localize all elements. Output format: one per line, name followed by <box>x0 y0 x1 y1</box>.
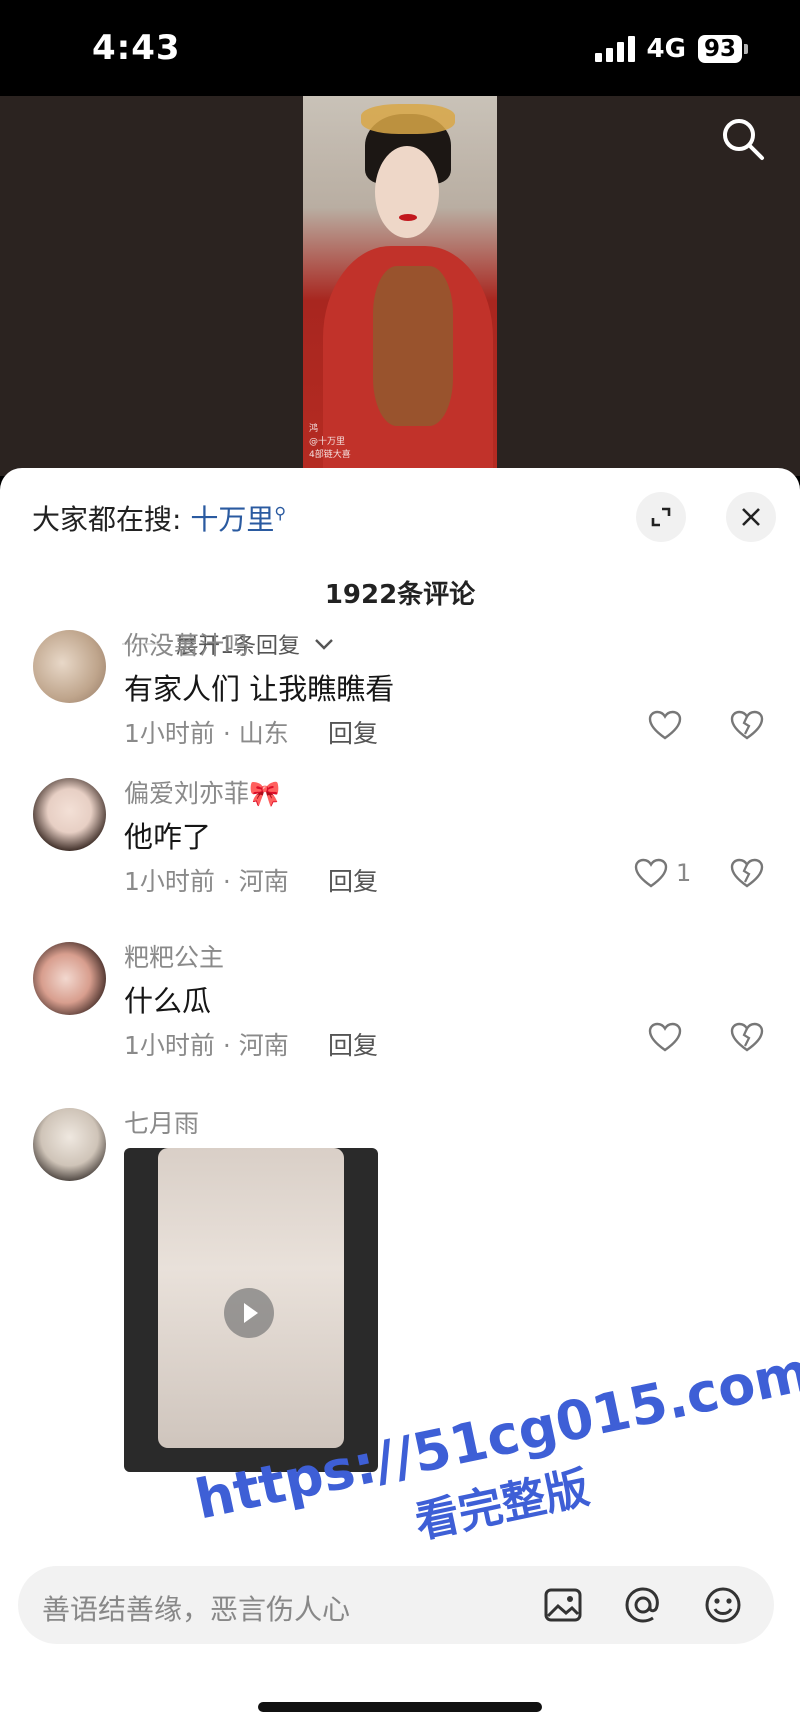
video-player[interactable]: 鸿 @十万里 4部链大喜 <box>0 96 800 476</box>
close-icon <box>742 508 760 526</box>
like-button[interactable] <box>648 1022 690 1052</box>
broken-heart-icon[interactable] <box>730 858 764 888</box>
chevron-down-icon <box>315 639 333 650</box>
comment-meta: 1小时前 · 山东 <box>124 719 289 748</box>
status-bar: 4:43 4G 93 <box>0 0 800 96</box>
search-icon[interactable] <box>718 114 768 164</box>
comment-text: 有家人们 让我瞧瞧看 <box>124 672 395 706</box>
emoji-icon[interactable] <box>702 1584 744 1626</box>
video-thumbnail[interactable]: 鸿 @十万里 4部链大喜 <box>303 96 497 468</box>
comment-video-attachment[interactable] <box>124 1148 378 1472</box>
close-button[interactable] <box>726 492 776 542</box>
reply-button[interactable]: 回复 <box>328 714 378 750</box>
status-time: 4:43 <box>92 28 181 68</box>
comment-username[interactable]: 偏爱刘亦菲🎀 <box>124 774 280 810</box>
comment-text: 他咋了 <box>124 820 212 854</box>
like-button[interactable]: 1 <box>634 858 691 888</box>
like-count: 1 <box>676 859 692 887</box>
heart-icon <box>648 710 682 740</box>
expand-button[interactable] <box>636 492 686 542</box>
home-indicator <box>258 1702 542 1712</box>
video-caption: 鸿 @十万里 4部链大喜 <box>309 424 351 460</box>
reply-button[interactable]: 回复 <box>328 1026 378 1062</box>
signal-icon <box>594 36 635 62</box>
hot-search-label: 大家都在搜: <box>32 503 191 536</box>
avatar[interactable] <box>33 630 106 703</box>
comment-input-placeholder: 善语结善缘，恶言伤人心 <box>42 1593 351 1626</box>
broken-heart-icon[interactable] <box>730 710 764 740</box>
battery-icon: 93 <box>697 35 748 63</box>
comment-text: 什么瓜 <box>124 984 212 1018</box>
network-type: 4G <box>646 34 686 64</box>
comment-input[interactable]: 善语结善缘，恶言伤人心 <box>18 1566 774 1644</box>
comment-panel: 大家都在搜: 十万里⚲ 1922条评论 展开1条回复 你没薯汁吗 有家人们 让我… <box>0 468 800 1733</box>
comment-meta: 1小时前 · 河南 <box>124 867 289 896</box>
comment-username[interactable]: 你没薯汁吗 <box>124 626 249 662</box>
heart-icon <box>648 1022 682 1052</box>
reply-button[interactable]: 回复 <box>328 862 378 898</box>
comment-meta: 1小时前 · 河南 <box>124 1031 289 1060</box>
broken-heart-icon[interactable] <box>730 1022 764 1052</box>
heart-icon <box>634 858 668 888</box>
comment-username[interactable]: 七月雨 <box>124 1104 199 1140</box>
comment-username[interactable]: 粑粑公主 <box>124 938 224 974</box>
image-icon[interactable] <box>542 1584 584 1626</box>
search-small-icon: ⚲ <box>274 503 287 523</box>
hot-search-keyword[interactable]: 十万里 <box>190 503 274 536</box>
avatar[interactable] <box>33 1108 106 1181</box>
at-mention-icon[interactable] <box>622 1584 664 1626</box>
battery-level: 93 <box>697 35 742 63</box>
play-icon[interactable] <box>224 1288 274 1338</box>
avatar[interactable] <box>33 778 106 851</box>
hot-search-bar[interactable]: 大家都在搜: 十万里⚲ <box>32 498 286 538</box>
avatar[interactable] <box>33 942 106 1015</box>
like-button[interactable] <box>648 710 690 740</box>
expand-icon <box>651 507 671 527</box>
comment-count: 1922条评论 <box>324 580 476 610</box>
